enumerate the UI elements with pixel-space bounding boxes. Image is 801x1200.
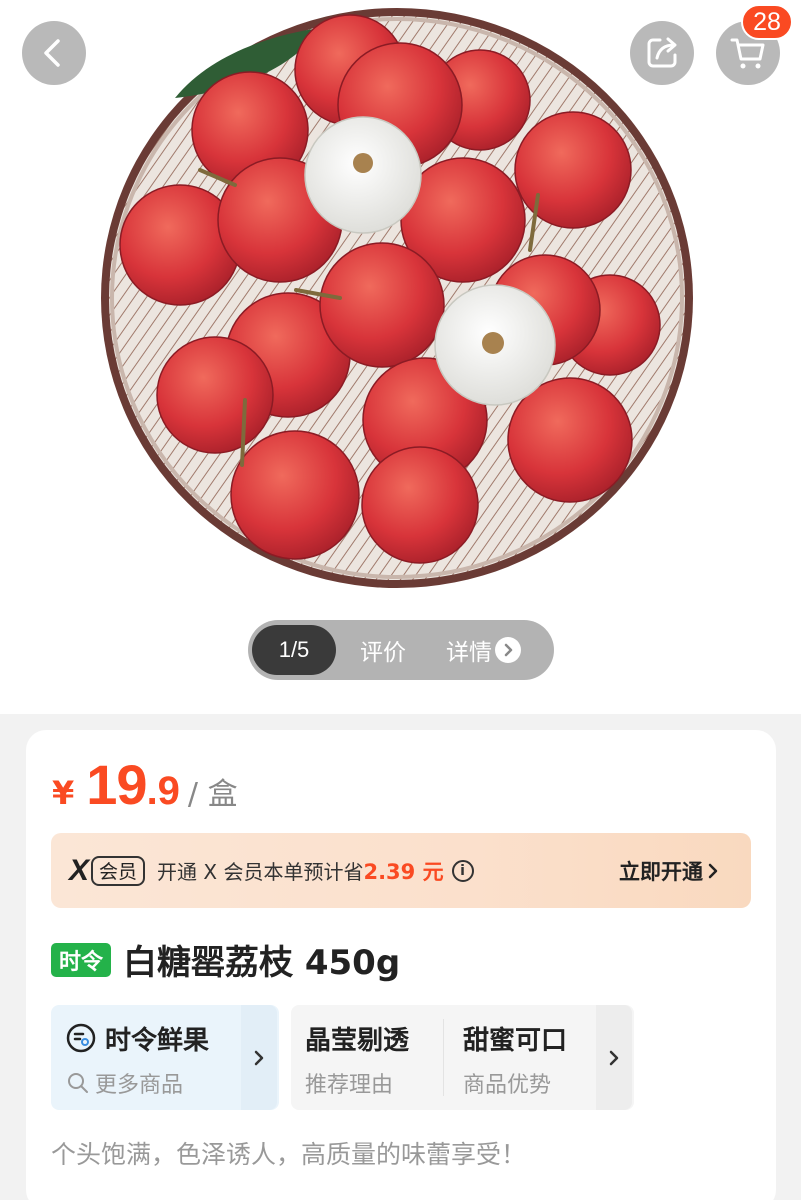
info-icon[interactable]: i	[451, 859, 474, 882]
product-title-row: 时令 白糖罂荔枝 450g	[51, 935, 400, 984]
chevron-left-icon	[44, 39, 60, 67]
seasonal-badge: 时令	[51, 942, 112, 977]
cart-count-badge: 28	[741, 4, 793, 40]
point-sub: 商品优势	[463, 1073, 552, 1098]
chevron-right-icon	[596, 1005, 632, 1110]
price-integer: 19	[86, 753, 147, 816]
activate-membership-button[interactable]: 立即开通	[619, 856, 723, 886]
member-tag: 会员	[91, 855, 146, 886]
tab-reviews[interactable]: 评价	[360, 633, 406, 667]
more-products-link: 更多商品	[95, 1073, 184, 1098]
product-image-gallery[interactable]: 28 1/5 评价 详情	[0, 0, 801, 714]
product-tagline: 个头饱满，色泽诱人，高质量的味蕾享受！	[51, 1140, 527, 1169]
selling-points-card[interactable]: 晶莹剔透 推荐理由 甜蜜可口 商品优势	[291, 1005, 634, 1110]
lychee-product-photo	[101, 8, 693, 588]
tab-details-label: 详情	[446, 640, 492, 666]
point-title: 甜蜜可口	[463, 1026, 568, 1056]
back-button[interactable]	[22, 21, 86, 85]
membership-banner[interactable]: X 会员 开通 X 会员本单预计省 2.39 元 i 立即开通	[51, 833, 751, 908]
product-info-card: ¥ 19 .9 / 盒 X 会员 开通 X 会员本单预计省 2.39 元 i 立…	[26, 730, 776, 1200]
product-title: 白糖罂荔枝 450g	[123, 943, 401, 983]
share-button[interactable]	[630, 21, 694, 85]
seasonal-fruit-title: 时令鲜果	[105, 1026, 210, 1056]
currency-symbol: ¥	[52, 774, 75, 812]
x-member-logo: X	[69, 853, 90, 887]
seasonal-fruit-card[interactable]: 时令鲜果 更多商品	[51, 1005, 279, 1110]
chevron-right-icon	[495, 637, 521, 663]
chevron-right-icon	[708, 863, 718, 878]
image-index: 1/5	[252, 625, 336, 675]
gallery-pager: 1/5 评价 详情	[248, 620, 554, 680]
price-decimal: .9	[146, 769, 180, 813]
price: ¥ 19 .9 / 盒	[52, 752, 238, 817]
membership-text: 开通 X 会员本单预计省	[157, 860, 364, 884]
share-icon	[647, 37, 677, 68]
price-unit: / 盒	[187, 777, 238, 812]
search-icon	[68, 1073, 88, 1093]
activate-label: 立即开通	[619, 859, 703, 884]
tab-details[interactable]: 详情	[446, 633, 521, 667]
membership-savings: 2.39 元	[363, 859, 444, 884]
point-sub: 推荐理由	[305, 1073, 394, 1098]
list-search-icon	[66, 1023, 96, 1053]
point-title: 晶莹剔透	[305, 1026, 410, 1056]
divider	[443, 1019, 444, 1096]
chevron-right-icon	[241, 1005, 277, 1110]
